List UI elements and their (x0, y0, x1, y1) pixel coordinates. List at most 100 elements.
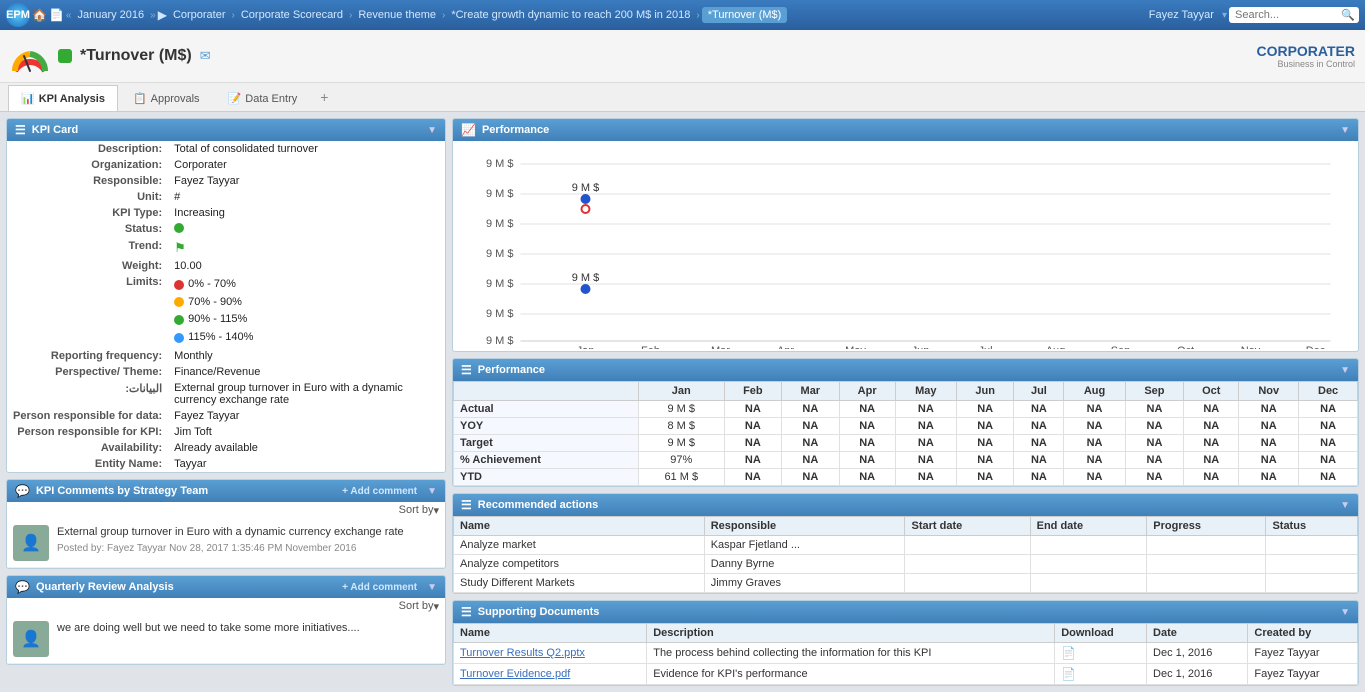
kpi-unit-row: Unit: # (7, 189, 445, 205)
rec-col-status: Status (1266, 517, 1358, 536)
add-quarterly-comment-button[interactable]: + Add comment (342, 582, 417, 593)
search-input[interactable] (1229, 7, 1359, 23)
perf-col-mar: Mar (782, 382, 839, 401)
docs-title: Supporting Documents (478, 606, 600, 618)
kpi-analysis-icon: 📊 (21, 92, 35, 105)
perf-table-collapse[interactable]: ▼ (1340, 365, 1350, 376)
page-header: *Turnover (M$) ✉ CORPORATER Business in … (0, 30, 1365, 83)
perf-col-name (454, 382, 639, 401)
chart-icon: 📈 (461, 123, 476, 137)
perf-row-actual: Actual 9 M $ NA NA NA NA NA NA NA NA NA … (454, 401, 1358, 418)
quarterly-collapse[interactable]: ▼ (427, 582, 437, 593)
org-label: Organization: (7, 157, 168, 173)
perf-col-jan: Jan (638, 382, 724, 401)
svg-text:9 M $: 9 M $ (486, 218, 514, 230)
perf-col-dec: Dec (1299, 382, 1358, 401)
yoy-jan: 8 M $ (638, 418, 724, 435)
doc-download-0[interactable]: 📄 (1055, 643, 1147, 664)
email-icon[interactable]: ✉ (200, 48, 211, 64)
rec-collapse[interactable]: ▼ (1340, 500, 1350, 511)
actual-nov: NA (1239, 401, 1299, 418)
kpi-person-kpi-row: Person responsible for KPI: Jim Toft (7, 424, 445, 440)
tab-kpi-analysis[interactable]: 📊 KPI Analysis (8, 85, 118, 111)
rec-status-0 (1266, 536, 1358, 555)
doc-date-0: Dec 1, 2016 (1147, 643, 1248, 664)
docs-collapse[interactable]: ▼ (1340, 607, 1350, 618)
rec-status-2 (1266, 574, 1358, 593)
quarterly-review-panel: 💬 Quarterly Review Analysis + Add commen… (6, 575, 446, 665)
docs-icon[interactable]: 📄 (49, 8, 64, 22)
doc-date-1: Dec 1, 2016 (1147, 664, 1248, 685)
docs-col-created: Created by (1248, 624, 1358, 643)
doc-name-0[interactable]: Turnover Results Q2.pptx (454, 643, 647, 664)
kpi-trend-row: Trend: ⚑ (7, 238, 445, 258)
quarterly-avatar: 👤 (13, 621, 49, 657)
quarterly-comment-item: 👤 we are doing well but we need to take … (7, 615, 445, 664)
header-left: *Turnover (M$) ✉ (10, 36, 211, 76)
rec-col-responsible: Responsible (704, 517, 905, 536)
comments-icon: 💬 (15, 484, 30, 498)
rec-progress-1 (1147, 555, 1266, 574)
status-value (168, 221, 445, 238)
kpi-card-panel: ☰ KPI Card ▼ Description: Total of conso… (6, 118, 446, 473)
rec-col-progress: Progress (1147, 517, 1266, 536)
perf-row-yoy: YOY 8 M $ NA NA NA NA NA NA NA NA NA NA … (454, 418, 1358, 435)
performance-svg: 9 M $ 9 M $ 9 M $ 9 M $ 9 M $ 9 M $ 9 M … (461, 149, 1350, 349)
kpi-person-data-row: Person responsible for data: Fayez Tayya… (7, 408, 445, 424)
add-comment-button[interactable]: + Add comment (342, 486, 417, 497)
doc-download-1[interactable]: 📄 (1055, 664, 1147, 685)
actual-jan: 9 M $ (638, 401, 724, 418)
actual-apr: NA (839, 401, 895, 418)
rec-row-2: Study Different Markets Jimmy Graves (454, 574, 1358, 593)
svg-text:Dec: Dec (1306, 345, 1326, 349)
quarterly-sort-icon[interactable]: ▾ (433, 600, 439, 613)
perf-row-achievement: % Achievement 97% NA NA NA NA NA NA NA N… (454, 452, 1358, 469)
pdf-icon-0[interactable]: 📄 (1061, 646, 1076, 660)
nav-user[interactable]: Fayez Tayyar (1149, 9, 1214, 21)
nav-create-growth[interactable]: *Create growth dynamic to reach 200 M$ i… (447, 7, 694, 23)
svg-text:Oct: Oct (1177, 345, 1194, 349)
nav-logo[interactable]: EPM (6, 3, 30, 27)
home-icon[interactable]: 🏠 (32, 8, 47, 22)
chart-collapse[interactable]: ▼ (1340, 125, 1350, 136)
rec-resp-0: Kaspar Fjetland ... (704, 536, 905, 555)
svg-text:9 M $: 9 M $ (572, 182, 600, 194)
actual-feb: NA (724, 401, 781, 418)
kpi-card-collapse[interactable]: ▼ (427, 125, 437, 136)
limit-red: 0% - 70% (174, 276, 439, 294)
kpi-status-row: Status: (7, 221, 445, 238)
search-icon[interactable]: 🔍 (1341, 9, 1355, 22)
unit-value: # (168, 189, 445, 205)
target-jan: 9 M $ (638, 435, 724, 452)
nav-period[interactable]: January 2016 (73, 7, 148, 23)
tab-approvals[interactable]: 📋 Approvals (120, 85, 213, 111)
trend-icon: ⚑ (174, 240, 186, 255)
doc-name-1[interactable]: Turnover Evidence.pdf (454, 664, 647, 685)
nav-corporater[interactable]: Corporater (169, 7, 230, 23)
add-tab-button[interactable]: + (312, 85, 336, 109)
achievement-row-label: % Achievement (454, 452, 639, 469)
rec-col-name: Name (454, 517, 705, 536)
nav-flag-icon[interactable]: ▶ (158, 8, 167, 22)
doc-created-1: Fayez Tayyar (1248, 664, 1358, 685)
limits-label: Limits: (7, 274, 168, 348)
kpi-org-row: Organization: Corporater (7, 157, 445, 173)
actual-sep: NA (1125, 401, 1184, 418)
nav-revenue-theme[interactable]: Revenue theme (354, 7, 440, 23)
tab-data-entry[interactable]: 📝 Data Entry (215, 85, 311, 111)
quarterly-title: Quarterly Review Analysis (36, 581, 174, 593)
sort-dropdown-icon[interactable]: ▾ (433, 504, 439, 517)
top-navigation: EPM 🏠 📄 « January 2016 » ▶ Corporater › … (0, 0, 1365, 30)
actual-dot-jan (581, 194, 591, 204)
actual-aug: NA (1064, 401, 1125, 418)
rec-end-2 (1030, 574, 1147, 593)
entity-label: Entity Name: (7, 456, 168, 472)
actual-may: NA (895, 401, 956, 418)
comments-collapse[interactable]: ▼ (427, 486, 437, 497)
kpi-desc-ar-row: :البيانات External group turnover in Eur… (7, 380, 445, 408)
doc-row-1: Turnover Evidence.pdf Evidence for KPI's… (454, 664, 1358, 685)
data-entry-icon: 📝 (228, 92, 242, 105)
nav-corporate-scorecard[interactable]: Corporate Scorecard (237, 7, 347, 23)
trend-label: Trend: (7, 238, 168, 258)
pdf-icon-1[interactable]: 📄 (1061, 667, 1076, 681)
